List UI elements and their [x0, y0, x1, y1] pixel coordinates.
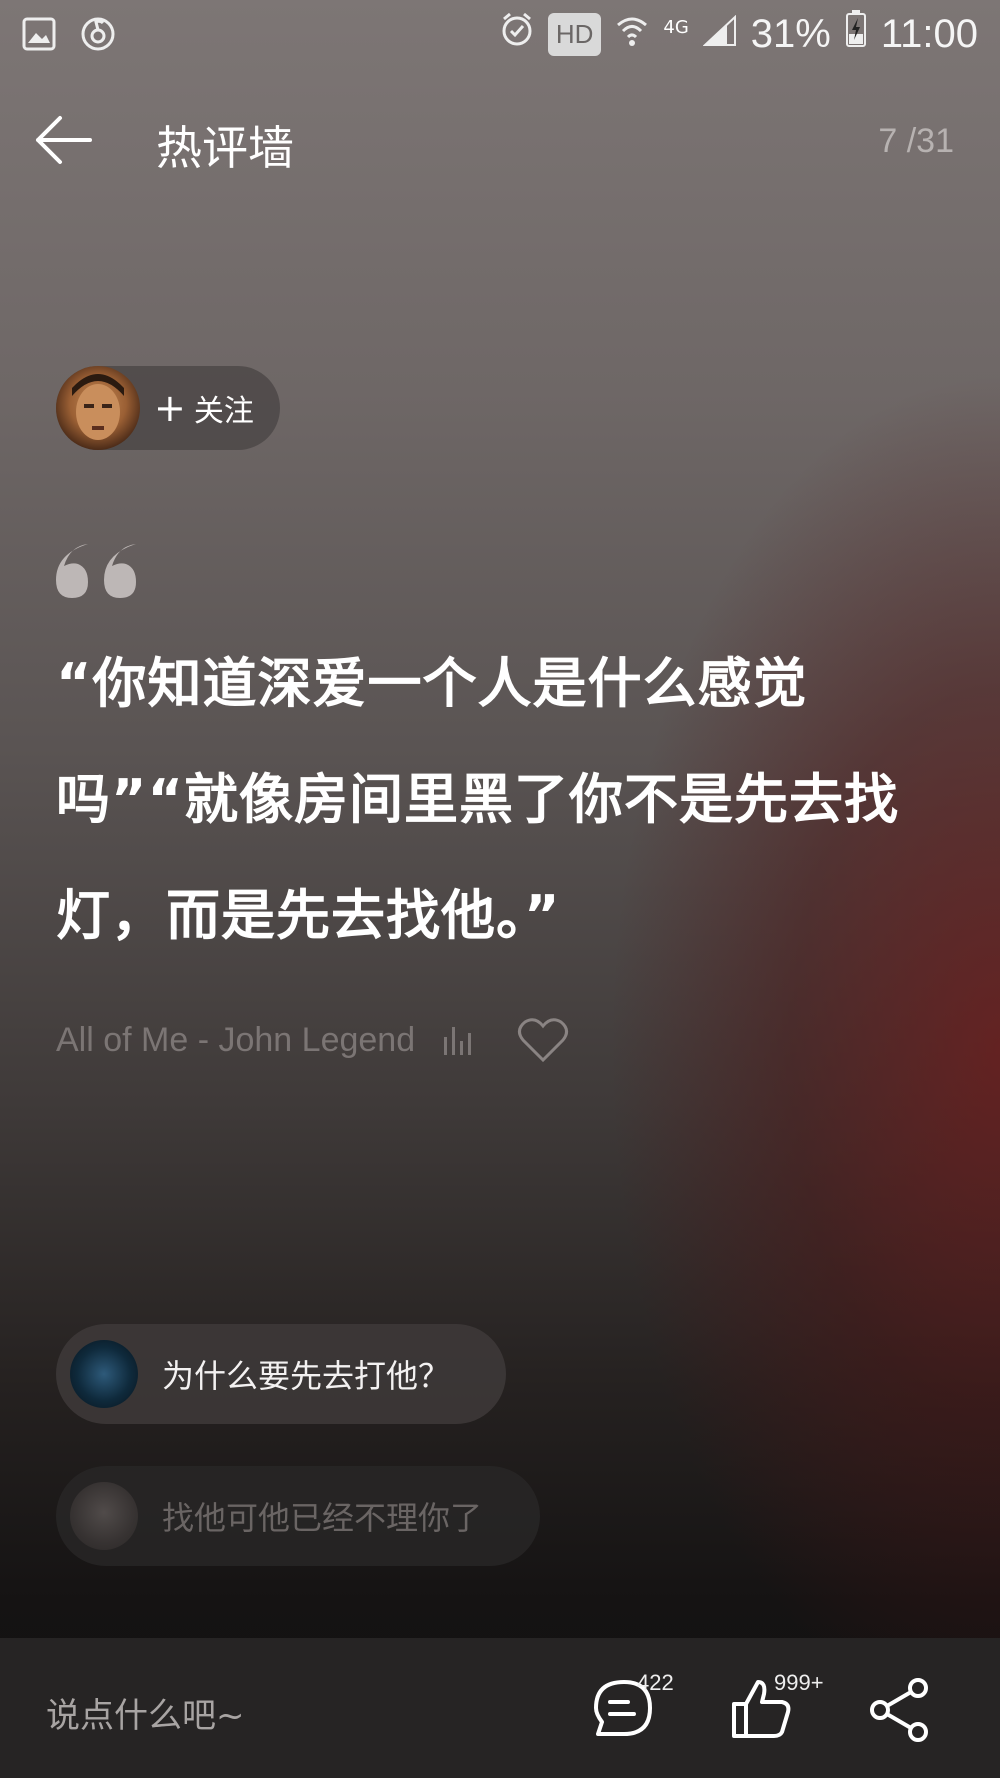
battery-percent: 31%: [750, 11, 831, 56]
like-count: 999+: [774, 1670, 824, 1695]
sound-bars-icon: [441, 1023, 475, 1057]
hd-badge: HD: [547, 12, 602, 56]
signal-icon: [702, 11, 737, 57]
alarm-icon: [500, 11, 534, 57]
follow-button[interactable]: + 关注: [154, 386, 254, 430]
page-counter: 7 /31: [878, 122, 954, 160]
arrow-left-icon: [36, 116, 92, 164]
header: 热评墙 7 /31: [0, 100, 1000, 180]
page-title: 热评墙: [156, 121, 294, 175]
comment-count: 422: [637, 1670, 674, 1695]
reply-text: 为什么要先去打他？: [162, 1357, 451, 1395]
bottom-bar: 说点什么吧~: [0, 1638, 1000, 1778]
reply-bubble[interactable]: 为什么要先去打他？: [56, 1324, 506, 1424]
comment-input[interactable]: 说点什么吧~: [46, 1688, 245, 1737]
reply-bubble[interactable]: 找他可他已经不理你了: [56, 1466, 540, 1566]
battery-charging-icon: [845, 10, 867, 58]
netease-music-icon: [80, 16, 116, 56]
plus-icon: +: [154, 386, 186, 430]
wifi-icon: [615, 11, 649, 57]
network-type: 4G: [663, 16, 689, 38]
song-link[interactable]: All of Me - John Legend: [56, 1021, 415, 1060]
share-button[interactable]: [866, 1674, 936, 1744]
author-chip: + 关注: [56, 366, 280, 450]
reply-text: 找他可他已经不理你了: [162, 1499, 483, 1537]
status-bar: HD 4G 31% 11:00: [0, 0, 1000, 70]
author-avatar[interactable]: [56, 366, 140, 450]
share-icon: [870, 1678, 928, 1742]
follow-label: 关注: [193, 394, 254, 429]
reply-avatar: [70, 1482, 138, 1550]
image-icon: [22, 17, 56, 55]
reply-avatar: [70, 1340, 138, 1408]
song-row: All of Me - John Legend: [56, 1010, 569, 1070]
clock: 11:00: [880, 11, 978, 56]
heart-icon[interactable]: [517, 1016, 569, 1064]
hot-comment-text: “你知道深爱一个人是什么感觉吗”“就像房间里黑了你不是先去找灯，而是先去找他。”: [56, 652, 899, 947]
quote-mark-icon: [54, 540, 140, 604]
back-button[interactable]: [32, 112, 102, 168]
